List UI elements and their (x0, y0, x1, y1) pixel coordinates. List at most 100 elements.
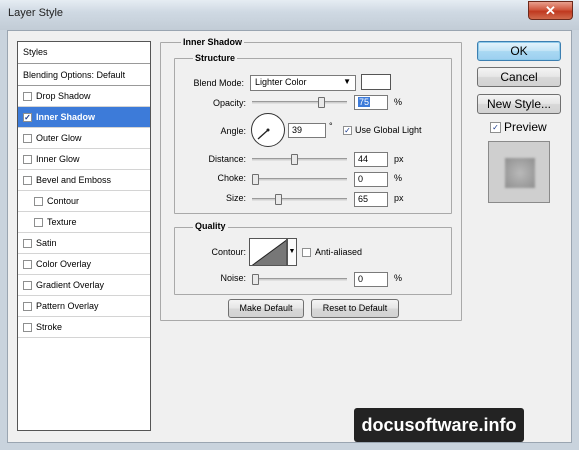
choke-unit: % (394, 173, 403, 183)
shadow-color-swatch[interactable] (361, 74, 391, 90)
blend-mode-value: Lighter Color (255, 77, 307, 87)
checkbox-icon[interactable]: ✓ (23, 112, 32, 122)
style-item[interactable]: Inner Glow (18, 149, 150, 170)
size-field[interactable]: 65 (354, 192, 388, 207)
angle-unit: ° (329, 121, 333, 131)
opacity-slider-handle[interactable] (318, 97, 325, 108)
make-default-button[interactable]: Make Default (228, 299, 304, 318)
style-items: Drop Shadow ✓ Inner Shadow Outer Glow Inner … (18, 86, 150, 338)
checkbox-icon[interactable] (23, 280, 32, 290)
style-item-label: Inner Shadow (36, 112, 96, 122)
style-item-label: Stroke (36, 322, 63, 332)
style-item[interactable]: Contour (18, 191, 150, 212)
use-global-light-label: Use Global Light (355, 125, 422, 135)
size-value: 65 (358, 194, 369, 204)
distance-slider-handle[interactable] (290, 154, 298, 165)
distance-field[interactable]: 44 (354, 152, 388, 167)
anti-aliased-checkbox[interactable]: Anti-aliased (302, 247, 362, 257)
chevron-down-icon: ▼ (343, 77, 351, 86)
distance-slider[interactable] (252, 158, 347, 161)
style-item-label: Drop Shadow (36, 91, 91, 101)
new-style-button[interactable]: New Style... (477, 94, 561, 114)
checkbox-icon[interactable] (23, 154, 32, 164)
window-title: Layer Style (8, 7, 64, 19)
opacity-value: 75 (358, 97, 371, 107)
style-item[interactable]: Stroke (18, 317, 150, 338)
watermark: docusoftware.info (354, 408, 524, 442)
distance-unit: px (394, 154, 404, 164)
quality-title: Quality (193, 221, 228, 231)
angle-field[interactable]: 39 (288, 123, 326, 138)
style-item-label: Bevel and Emboss (36, 175, 112, 185)
checkbox-icon: ✓ (490, 121, 501, 133)
noise-slider-handle[interactable] (252, 274, 259, 285)
noise-value: 0 (358, 274, 364, 284)
close-button[interactable]: ✕ (528, 1, 573, 20)
style-item-label: Pattern Overlay (36, 301, 99, 311)
contour-picker[interactable] (249, 238, 287, 266)
contour-dropdown-button[interactable]: ▼ (287, 238, 297, 266)
noise-field[interactable]: 0 (354, 272, 388, 287)
blend-mode-select[interactable]: Lighter Color ▼ (250, 75, 356, 91)
style-item-label: Color Overlay (36, 259, 92, 269)
styles-header[interactable]: Styles (18, 42, 150, 64)
structure-title: Structure (193, 53, 238, 63)
opacity-slider[interactable] (252, 101, 347, 104)
checkbox-icon[interactable] (23, 259, 32, 269)
style-item-label: Satin (36, 238, 57, 248)
distance-label: Distance: (208, 154, 246, 164)
style-item[interactable]: Drop Shadow (18, 86, 150, 107)
style-item[interactable]: Outer Glow (18, 128, 150, 149)
style-item-label: Contour (47, 196, 80, 206)
checkbox-icon[interactable] (34, 217, 43, 227)
blend-mode-label: Blend Mode: (193, 78, 244, 88)
ok-button[interactable]: OK (477, 41, 561, 61)
checkbox-icon[interactable] (23, 238, 32, 248)
distance-value: 44 (358, 154, 369, 164)
inner-shadow-title: Inner Shadow (181, 37, 245, 47)
choke-field[interactable]: 0 (354, 172, 388, 187)
size-slider[interactable] (252, 198, 347, 201)
blending-options-item[interactable]: Blending Options: Default (18, 64, 150, 86)
angle-label: Angle: (220, 126, 246, 136)
checkbox-icon[interactable] (34, 196, 43, 206)
preview-checkbox[interactable]: ✓ Preview (490, 120, 547, 134)
use-global-light-checkbox[interactable]: ✓ Use Global Light (343, 125, 422, 135)
checkbox-icon[interactable] (23, 91, 32, 101)
style-item-label: Outer Glow (36, 133, 82, 143)
preview-label: Preview (504, 120, 547, 134)
noise-label: Noise: (220, 273, 246, 283)
angle-needle-icon (257, 128, 270, 140)
style-item[interactable]: Texture (18, 212, 150, 233)
choke-slider-handle[interactable] (252, 174, 259, 185)
close-icon: ✕ (545, 3, 556, 18)
size-label: Size: (225, 193, 246, 203)
style-preview (488, 141, 550, 203)
angle-dial[interactable] (251, 113, 285, 147)
noise-slider[interactable] (252, 278, 347, 281)
checkbox-icon[interactable] (23, 301, 32, 311)
style-item[interactable]: Satin (18, 233, 150, 254)
style-item[interactable]: Gradient Overlay (18, 275, 150, 296)
style-item[interactable]: Color Overlay (18, 254, 150, 275)
reset-to-default-button[interactable]: Reset to Default (311, 299, 399, 318)
style-item[interactable]: Pattern Overlay (18, 296, 150, 317)
cancel-button[interactable]: Cancel (477, 67, 561, 87)
checkbox-icon[interactable] (23, 175, 32, 185)
style-item-label: Texture (47, 217, 77, 227)
title-bar[interactable]: Layer Style ✕ (0, 0, 579, 30)
size-slider-handle[interactable] (274, 194, 282, 205)
checkbox-icon[interactable] (23, 133, 32, 143)
style-item[interactable]: ✓ Inner Shadow (18, 107, 150, 128)
styles-list: Styles Blending Options: Default Drop Sh… (17, 41, 151, 431)
style-item[interactable]: Bevel and Emboss (18, 170, 150, 191)
preview-swatch (505, 158, 535, 188)
checkbox-icon[interactable] (23, 322, 32, 332)
angle-value: 39 (292, 125, 303, 135)
dialog-client: Styles Blending Options: Default Drop Sh… (7, 30, 572, 443)
choke-label: Choke: (217, 173, 246, 183)
opacity-field[interactable]: 75 (354, 95, 388, 110)
choke-slider[interactable] (252, 178, 347, 181)
noise-unit: % (394, 273, 403, 283)
choke-value: 0 (358, 174, 364, 184)
